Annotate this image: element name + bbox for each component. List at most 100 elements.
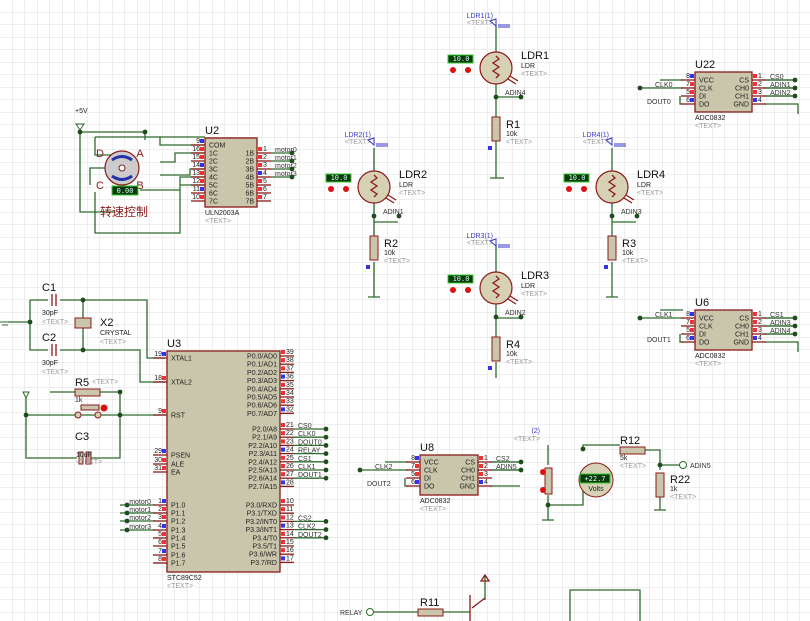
- resistor-ref: R1: [506, 119, 520, 131]
- pin-name: P2.4/A12: [248, 459, 277, 466]
- pin-state-marker: [281, 358, 285, 363]
- pin-state-marker: [258, 163, 262, 167]
- terminal-text: <TEXT>: [467, 20, 493, 27]
- adin5-terminal: [679, 461, 687, 469]
- terminal-label: LDR1(1): [467, 13, 493, 20]
- pin-name: P3.1/TXD: [247, 511, 277, 518]
- pin-number: 3: [758, 89, 762, 96]
- ldr-part: LDR: [637, 182, 651, 189]
- resistor-body: [491, 336, 501, 362]
- pin-state-marker: [281, 548, 285, 553]
- light-level-value: 10.0: [453, 275, 470, 283]
- junction-dot: [609, 213, 615, 219]
- pin-name: P3.5/T1: [252, 544, 277, 551]
- junction-dot: [289, 166, 295, 172]
- c3-ref: C3: [75, 431, 89, 443]
- junction-dot: [323, 467, 329, 473]
- decrease-light-button[interactable]: [450, 67, 456, 73]
- pin-state-marker: [281, 399, 285, 404]
- junction-dot: [580, 446, 586, 452]
- junction-dot: [124, 502, 130, 508]
- pin-state-marker: [479, 464, 483, 468]
- x2-value: CRYSTAL: [100, 330, 132, 337]
- pin-name: DI: [699, 332, 706, 339]
- ldr-ref: LDR3: [521, 270, 549, 282]
- pin-state-marker: [281, 439, 285, 444]
- increase-light-button[interactable]: [465, 287, 471, 293]
- pin-name: P3.0/RXD: [246, 503, 277, 510]
- decrease-light-button[interactable]: [566, 186, 572, 192]
- terminal-text: <TEXT>: [467, 240, 493, 247]
- ldr-text: <TEXT>: [399, 190, 425, 197]
- r12-text: <TEXT>: [620, 463, 646, 470]
- junction-dot: [634, 213, 640, 219]
- pin-number: 1: [263, 146, 267, 153]
- r12-body: [619, 446, 646, 455]
- pin-number: 10: [192, 194, 200, 201]
- junction-dot: [323, 434, 329, 440]
- stepper-motor[interactable]: ABCD0.00转速控制: [96, 148, 148, 219]
- net-label-relay: RELAY: [340, 610, 363, 617]
- pin-name: 1B: [245, 151, 254, 158]
- pin-state-marker: [488, 366, 492, 370]
- reset-button[interactable]: [80, 404, 100, 411]
- pot-decrease-button[interactable]: [540, 487, 546, 493]
- junction-dot: [371, 213, 377, 219]
- pin-state-marker: [690, 82, 694, 86]
- net-label-motor3: motor3: [129, 524, 151, 531]
- pin-number: 16: [192, 146, 200, 153]
- pot-increase-button[interactable]: [540, 469, 546, 475]
- pin-number: 12: [286, 514, 294, 521]
- pin-state-marker: [281, 391, 285, 395]
- chip-text: <TEXT>: [205, 218, 231, 225]
- resistor-ref: R2: [384, 238, 398, 250]
- pin-state-marker: [753, 74, 757, 78]
- ldr-part: LDR: [399, 182, 413, 189]
- pin-number: 8: [686, 311, 690, 318]
- chip-part: ADC0832: [695, 115, 725, 122]
- pin-name: 5C: [209, 183, 218, 190]
- pin-number: 11: [286, 506, 293, 513]
- resistor-value: 10k: [622, 250, 634, 257]
- schematic-canvas[interactable]: U2ULN2003A<TEXT>9COM161C152C143C134C125C…: [0, 0, 810, 621]
- junction-dot: [117, 412, 123, 418]
- pin-name: GND: [733, 102, 749, 109]
- pin-name: RST: [171, 413, 186, 420]
- pin-number: 5: [158, 531, 162, 538]
- decrease-light-button[interactable]: [328, 186, 334, 192]
- pin-state-marker: [281, 366, 285, 371]
- pin-name: 6B: [245, 191, 254, 198]
- junction-dot: [323, 519, 329, 524]
- resistor-text: <TEXT>: [506, 139, 532, 146]
- pin-name: XTAL1: [171, 356, 192, 363]
- pin-name: P3.7/RD: [251, 560, 277, 567]
- pin-number: 38: [286, 357, 294, 364]
- pin-name: 4C: [209, 175, 218, 182]
- increase-light-button[interactable]: [465, 67, 471, 73]
- increase-light-button[interactable]: [581, 186, 587, 192]
- pin-name: P0.2/AD2: [247, 370, 277, 377]
- light-level-value: 10.0: [569, 174, 586, 182]
- pin-state-marker: [258, 179, 262, 183]
- resistor-value: 10k: [506, 351, 518, 358]
- junction-dot: [493, 94, 499, 100]
- junction-dot: [77, 129, 83, 135]
- decrease-light-button[interactable]: [450, 287, 456, 293]
- increase-light-button[interactable]: [343, 186, 349, 192]
- junction-dot: [323, 535, 329, 541]
- junction-dot: [323, 451, 329, 456]
- r5-value: 1k: [75, 397, 83, 404]
- pin-number: 16: [286, 547, 294, 554]
- pin-number: 7: [686, 319, 690, 326]
- pin-state-marker: [690, 312, 694, 316]
- pin-state-marker: [200, 187, 204, 191]
- pin-state-marker: [258, 195, 262, 199]
- pin-number: 9: [196, 138, 200, 145]
- pin-name: CS: [739, 78, 749, 85]
- potentiometer[interactable]: [544, 467, 553, 495]
- pin-state-marker: [162, 549, 166, 553]
- pin-name: 4B: [245, 175, 254, 182]
- pin-name: 7B: [245, 199, 254, 206]
- pin-name: P2.3/A11: [249, 451, 277, 458]
- junction-dot: [792, 77, 798, 83]
